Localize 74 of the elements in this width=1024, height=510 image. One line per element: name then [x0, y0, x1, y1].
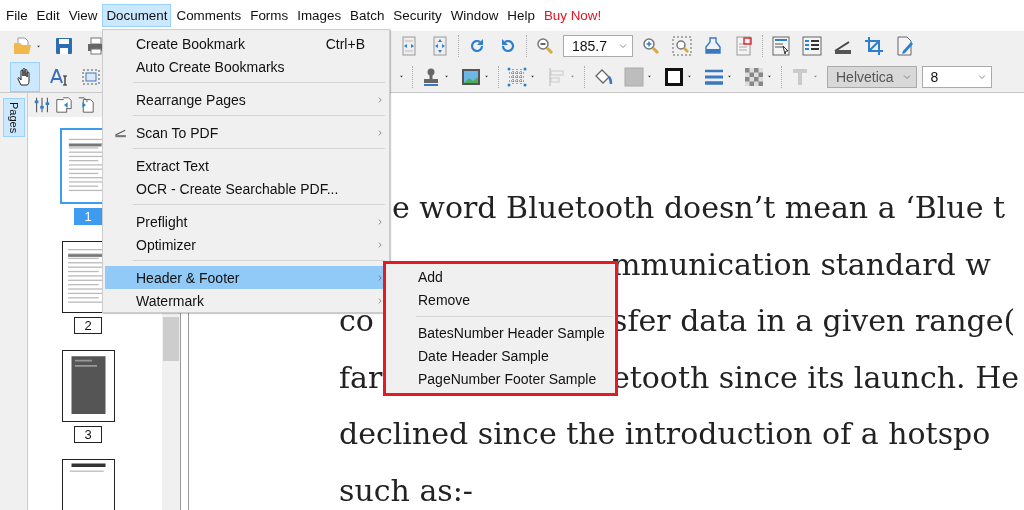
chevron-right-icon: [376, 240, 384, 249]
menu-item[interactable]: File: [2, 4, 32, 27]
page-thumbnail[interactable]: [61, 459, 115, 510]
menu-item[interactable]: Batch: [346, 4, 389, 27]
folder-icon: [13, 36, 33, 56]
menu-item[interactable]: Auto Create Bookmarks: [105, 55, 387, 78]
shortcut-text: Ctrl+B: [325, 35, 365, 52]
chevron-right-icon: [376, 273, 384, 282]
combo-box[interactable]: 8: [921, 65, 992, 88]
zoom-out-icon: [535, 36, 555, 56]
marquee-icon: [81, 66, 101, 87]
fit-page-icon: [430, 36, 450, 56]
menu-item[interactable]: Security: [389, 4, 446, 27]
menu-item[interactable]: Create Bookmark Ctrl+B: [105, 32, 387, 55]
stroke-swatch-icon: [664, 66, 684, 87]
menu-item[interactable]: Add: [386, 266, 615, 289]
chevron-right-icon: [376, 95, 384, 104]
chevron-right-icon: [376, 296, 384, 305]
buy-now-link[interactable]: Buy Now!: [539, 4, 606, 27]
chevron-right-icon: [376, 217, 384, 226]
document-text: far: [339, 358, 383, 397]
menu-item[interactable]: Scan To PDF: [105, 121, 387, 144]
menu-item[interactable]: Optimizer: [105, 233, 387, 256]
menu-item[interactable]: View: [64, 4, 102, 27]
menu-item[interactable]: Edit: [32, 4, 64, 27]
align-icon: [547, 66, 567, 87]
form-icon: [771, 36, 791, 56]
menu-item[interactable]: OCR - Create Searchable PDF...: [105, 177, 387, 200]
zoom-area-icon: [672, 36, 692, 56]
document-text: declined since the introduction of a hotspo: [339, 415, 991, 454]
menu-item[interactable]: Comments: [172, 4, 246, 27]
page-import-icon: [77, 96, 95, 114]
menu-item[interactable]: PageNumber Footer Sample: [386, 368, 615, 391]
menu-item[interactable]: Forms: [246, 4, 293, 27]
page-number: 2: [74, 317, 102, 334]
edit-document-icon: [895, 36, 915, 56]
combo-box[interactable]: 185.7: [563, 35, 633, 57]
menu-item[interactable]: Remove: [386, 289, 615, 312]
menu-item[interactable]: Rearrange Pages: [105, 88, 387, 111]
menu-item[interactable]: BatesNumber Header Sample: [386, 322, 615, 345]
chevron-right-icon: [376, 128, 384, 137]
document-text: e word Bluetooth doesn’t mean a ‘Blue t: [392, 189, 1005, 227]
list-icon: [802, 36, 822, 56]
stamp-icon: [421, 66, 441, 87]
image-icon: [461, 66, 481, 87]
grid-icon: [507, 66, 527, 87]
menu-item[interactable]: Window: [446, 4, 503, 27]
fill-swatch-icon: [624, 66, 644, 87]
save-icon: [54, 36, 74, 56]
toolbar-button[interactable]: [799, 33, 825, 59]
menu-item[interactable]: Extract Text: [105, 154, 387, 177]
zoom-in-icon: [641, 36, 661, 56]
toolbar-button[interactable]: [10, 61, 40, 92]
ink-bottle-icon: [703, 36, 723, 56]
fit-width-icon: [399, 36, 419, 56]
page-thumbnail[interactable]: [61, 350, 115, 422]
text-tool-icon: [790, 66, 810, 87]
menu-item[interactable]: Date Header Sample: [386, 345, 615, 368]
menu-item[interactable]: Document: [102, 4, 172, 27]
page-number: 1: [74, 208, 102, 225]
menu-item[interactable]: Images: [293, 4, 346, 27]
text-select-icon: [49, 66, 69, 87]
document-text: mmunication standard w: [612, 245, 991, 284]
menu-item[interactable]: Help: [503, 4, 539, 27]
page-icon: [734, 36, 754, 56]
chevron-icon: [618, 41, 628, 51]
crop-icon: [864, 36, 884, 56]
menu-item[interactable]: Preflight: [105, 210, 387, 233]
page-export-icon: [55, 96, 73, 114]
pages-tab[interactable]: Pages: [2, 98, 25, 138]
document-text: such as:-: [339, 471, 473, 510]
sliders-icon: [33, 96, 51, 114]
checkerboard-icon: [744, 66, 764, 87]
page-number: 3: [74, 426, 102, 443]
